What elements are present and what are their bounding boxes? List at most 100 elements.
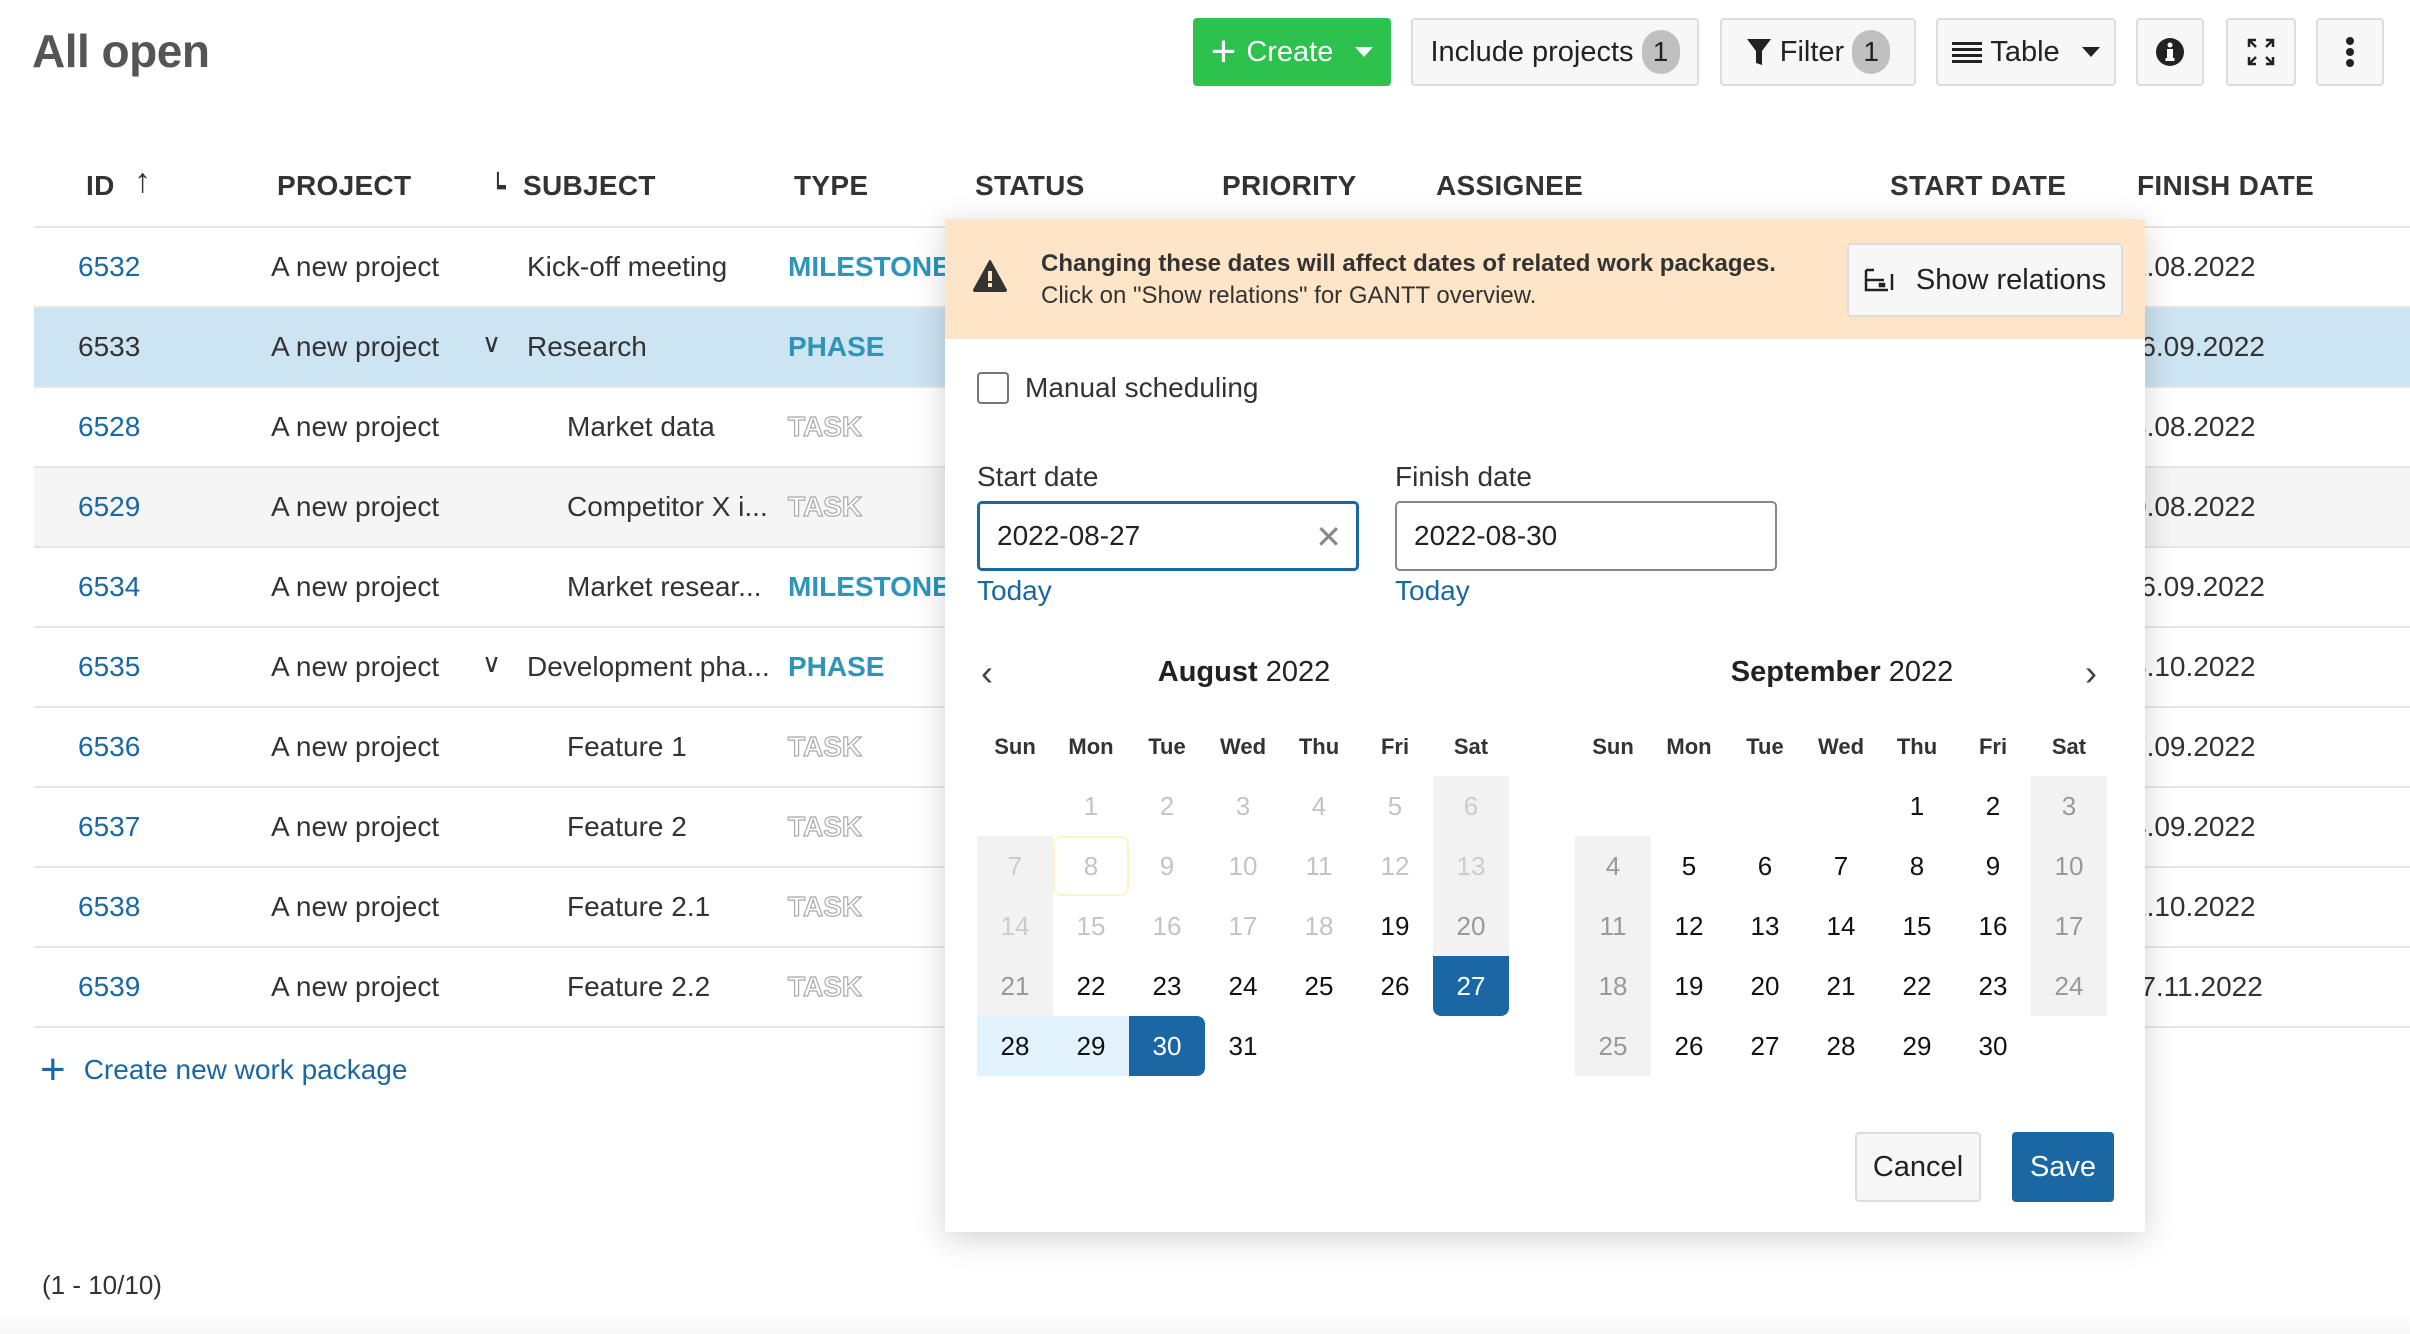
work-package-id-link[interactable]: 6538 [78,891,140,923]
calendar-day[interactable]: 17 [2031,896,2107,956]
work-package-id-link[interactable]: 6536 [78,731,140,763]
subject-cell[interactable]: Competitor X i... [567,491,768,523]
chevron-down-icon[interactable]: ∨ [482,648,501,679]
work-package-id-link[interactable]: 6534 [78,571,140,603]
calendar-day[interactable]: 29 [1053,1016,1129,1076]
column-header-type[interactable]: TYPE [794,170,868,202]
column-header-status[interactable]: STATUS [975,170,1085,202]
calendar-day[interactable]: 23 [1955,956,2031,1016]
subject-cell[interactable]: Kick-off meeting [527,251,727,283]
filter-button[interactable]: Filter 1 [1720,18,1916,86]
calendar-day[interactable]: 31 [1205,1016,1281,1076]
work-package-id-link[interactable]: 6539 [78,971,140,1003]
calendar-day[interactable]: 21 [1803,956,1879,1016]
column-header-id[interactable]: ID [86,170,115,202]
calendar-day[interactable]: 30 [1129,1016,1205,1076]
calendar-day[interactable]: 3 [2031,776,2107,836]
subject-cell[interactable]: Market resear... [567,571,762,603]
calendar-day[interactable]: 1 [1879,776,1955,836]
calendar-day[interactable]: 27 [1727,1016,1803,1076]
calendar-day[interactable]: 24 [2031,956,2107,1016]
work-package-id-link[interactable]: 6537 [78,811,140,843]
subject-cell[interactable]: Development pha... [527,651,770,683]
calendar-day[interactable]: 20 [1433,896,1509,956]
manual-scheduling-checkbox[interactable] [977,372,1009,404]
finish-date-input[interactable]: 2022-08-30 [1395,501,1777,571]
project-cell: A new project [271,411,440,442]
calendar-day[interactable]: 23 [1129,956,1205,1016]
calendar-day[interactable]: 30 [1955,1016,2031,1076]
work-package-id-link[interactable]: 6528 [78,411,140,443]
calendar-day[interactable]: 22 [1879,956,1955,1016]
save-button[interactable]: Save [2012,1132,2114,1202]
calendar-day[interactable]: 18 [1575,956,1651,1016]
show-relations-button[interactable]: Show relations [1847,243,2123,317]
calendar-day[interactable]: 20 [1727,956,1803,1016]
finish-date-cell: 1.08.2022 [2131,251,2256,282]
fullscreen-button[interactable] [2226,18,2296,86]
calendar-day[interactable]: 7 [1803,836,1879,896]
calendar-day[interactable]: 24 [1205,956,1281,1016]
cancel-button[interactable]: Cancel [1855,1132,1981,1202]
weekday-header: Mon [1068,734,1114,759]
work-package-id-link[interactable]: 6532 [78,251,140,283]
calendar-day[interactable]: 26 [1357,956,1433,1016]
calendar-day[interactable]: 9 [1955,836,2031,896]
column-header-finish-date[interactable]: FINISH DATE [2137,170,2314,202]
clear-icon[interactable]: ✕ [1315,518,1342,556]
calendar-day[interactable]: 5 [1651,836,1727,896]
subject-cell[interactable]: Feature 1 [567,731,687,763]
info-button[interactable] [2136,18,2204,86]
calendar-day[interactable]: 21 [977,956,1053,1016]
subject-cell[interactable]: Market data [567,411,715,443]
column-header-project[interactable]: PROJECT [277,170,411,202]
calendar-day[interactable]: 6 [1727,836,1803,896]
calendar-day[interactable]: 8 [1879,836,1955,896]
subject-cell[interactable]: Feature 2.2 [567,971,710,1003]
calendar-day[interactable]: 2 [1955,776,2031,836]
calendar-day[interactable]: 25 [1575,1016,1651,1076]
column-header-assignee[interactable]: ASSIGNEE [1436,170,1583,202]
calendar-day[interactable]: 19 [1357,896,1433,956]
calendar-day[interactable]: 10 [2031,836,2107,896]
calendar-day[interactable]: 12 [1651,896,1727,956]
weekday-header: Tue [1746,734,1784,759]
column-header-priority[interactable]: PRIORITY [1222,170,1357,202]
work-package-id-link[interactable]: 6535 [78,651,140,683]
calendar-day[interactable]: 29 [1879,1016,1955,1076]
create-button[interactable]: + Create [1193,18,1391,86]
work-package-id-link[interactable]: 6533 [78,331,140,363]
calendar-day[interactable]: 22 [1053,956,1129,1016]
hierarchy-icon[interactable]: ┕ [490,172,506,203]
calendar-day[interactable]: 4 [1575,836,1651,896]
calendar-day[interactable]: 27 [1433,956,1509,1016]
calendar-day[interactable]: 25 [1281,956,1357,1016]
calendar-day[interactable]: 28 [1803,1016,1879,1076]
subject-cell[interactable]: Research [527,331,647,363]
calendar-day[interactable]: 16 [1955,896,2031,956]
create-new-work-package-link[interactable]: + Create new work package [40,1048,407,1092]
start-date-today-link[interactable]: Today [977,575,1052,607]
column-header-start-date[interactable]: START DATE [1890,170,2066,202]
include-projects-label: Include projects [1430,35,1634,68]
calendar-day[interactable]: 14 [1803,896,1879,956]
work-package-id-link[interactable]: 6529 [78,491,140,523]
subject-cell[interactable]: Feature 2 [567,811,687,843]
calendar-day[interactable]: 26 [1651,1016,1727,1076]
calendar-day[interactable]: 28 [977,1016,1053,1076]
finish-date-today-link[interactable]: Today [1395,575,1470,607]
chevron-down-icon[interactable]: ∨ [482,328,501,359]
view-mode-button[interactable]: Table [1936,18,2116,86]
calendar-day[interactable]: 13 [1727,896,1803,956]
include-projects-button[interactable]: Include projects 1 [1411,18,1699,86]
calendar-day[interactable]: 19 [1651,956,1727,1016]
column-header-subject[interactable]: SUBJECT [523,170,656,202]
weekday-header: Tue [1148,734,1186,759]
calendar-day[interactable]: 11 [1575,896,1651,956]
manual-scheduling-option[interactable]: Manual scheduling [977,372,1259,404]
more-options-button[interactable] [2316,18,2384,86]
subject-cell[interactable]: Feature 2.1 [567,891,710,923]
calendar-day[interactable]: 15 [1879,896,1955,956]
type-cell: TASK [787,730,863,762]
start-date-input[interactable]: 2022-08-27 ✕ [977,501,1359,571]
